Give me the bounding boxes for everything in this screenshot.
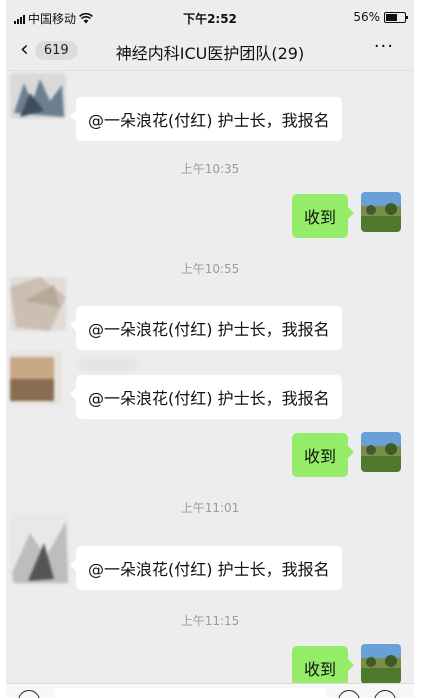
my-avatar[interactable] (361, 644, 401, 684)
timestamp: 上午11:15 (180, 614, 240, 628)
more-options-button[interactable]: ··· (374, 36, 394, 57)
voice-toggle-icon[interactable] (18, 690, 40, 698)
battery-percent: 56% (353, 10, 380, 24)
timestamp: 上午10:35 (180, 162, 240, 176)
chat-header: ‹ 619 神经内科ICU医护团队(29) ··· (6, 34, 414, 68)
plus-icon[interactable] (374, 690, 396, 698)
status-right: 56% (353, 10, 408, 24)
message-bubble[interactable]: @一朵浪花(付红) 护士长，我报名 (70, 546, 342, 590)
avatar[interactable] (10, 513, 70, 585)
battery-icon (384, 11, 408, 23)
message-bubble[interactable]: @一朵浪花(付红) 护士长，我报名 (70, 306, 342, 350)
emoji-icon[interactable] (338, 690, 360, 698)
status-bar: 中国移动 下午2:52 56% (6, 0, 414, 34)
avatar[interactable] (10, 351, 62, 405)
message-input[interactable] (54, 688, 326, 698)
input-bar (6, 683, 414, 698)
message-list[interactable]: @一朵浪花(付红) 护士长，我报名 上午10:35 收到 上午10:55 @一朵… (6, 71, 414, 690)
sender-name (78, 359, 138, 371)
message-bubble[interactable]: @一朵浪花(付红) 护士长，我报名 (70, 375, 342, 419)
message-bubble[interactable]: @一朵浪花(付红) 护士长，我报名 (70, 97, 342, 141)
my-avatar[interactable] (361, 192, 401, 232)
sent-message-bubble[interactable]: 收到 (292, 433, 355, 477)
chat-screen: 中国移动 下午2:52 56% ‹ 619 神经内科ICU医护团队(29) ··… (6, 0, 414, 698)
avatar[interactable] (10, 73, 66, 119)
sent-message-bubble[interactable]: 收到 (292, 194, 355, 238)
my-avatar[interactable] (361, 432, 401, 472)
chat-title: 神经内科ICU医护团队(29) (115, 44, 305, 63)
avatar[interactable] (10, 277, 66, 331)
timestamp: 上午10:55 (180, 262, 240, 276)
